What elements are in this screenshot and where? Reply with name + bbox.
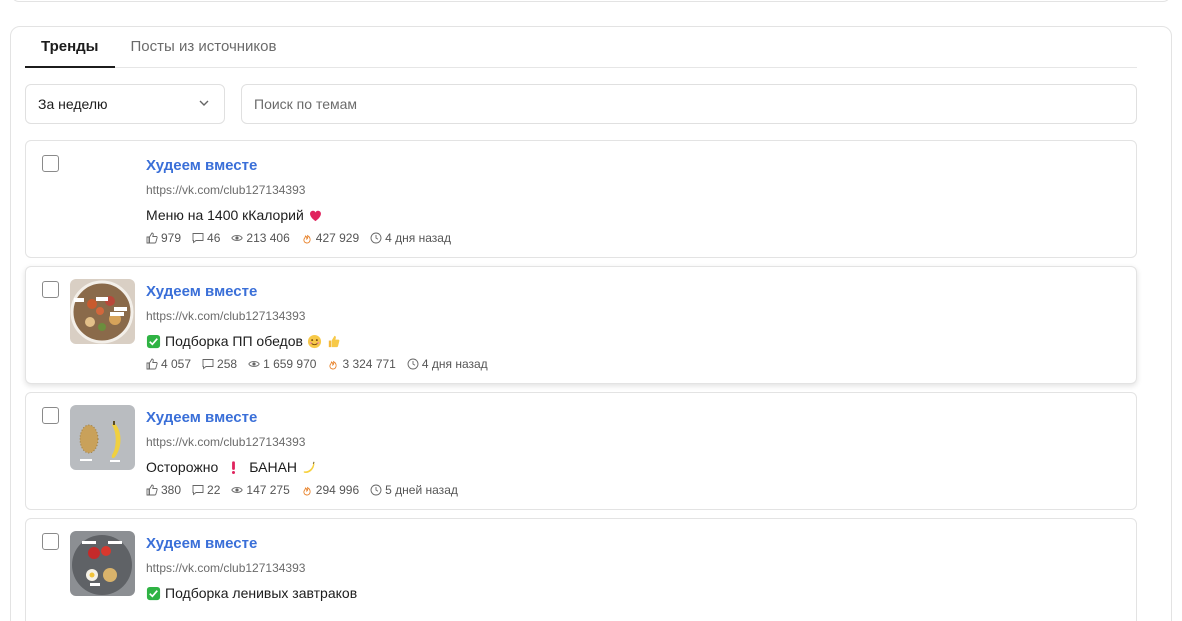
comment-icon (192, 485, 204, 496)
smile-icon (307, 334, 322, 348)
comments-stat: 258 (202, 357, 237, 371)
fire-icon (303, 234, 311, 244)
post-text-content: Подборка ленивых завтраков (165, 585, 358, 601)
previous-card-edge (11, 0, 1171, 2)
likes-stat: 979 (146, 231, 181, 245)
post-thumbnail[interactable] (70, 279, 135, 344)
banana-icon (303, 461, 315, 473)
post-time: 4 дня назад (385, 231, 451, 245)
score-count: 294 996 (315, 483, 360, 497)
thumbs-up-icon (146, 232, 158, 244)
post-source-link[interactable]: Худеем вместе (146, 409, 257, 426)
clock-icon (407, 358, 419, 370)
comments-count: 46 (207, 231, 221, 245)
eye-icon (248, 361, 260, 367)
eye-icon (231, 487, 244, 493)
post-time: 4 дня назад (421, 357, 488, 371)
post-card[interactable]: Худеем вместе https://vk.com/club1271343… (25, 266, 1137, 384)
period-select-value: За неделю (38, 96, 108, 112)
post-source-link[interactable]: Худеем вместе (146, 535, 257, 552)
thumbs-up-emoji-icon (328, 335, 340, 347)
post-stats: 4 057 258 1 659 970 3 324 771 4 дня наза… (146, 357, 488, 371)
banana-image (70, 405, 135, 470)
score-count: 3 324 771 (342, 357, 396, 371)
post-text-content: Подборка ПП обедов (165, 333, 303, 349)
eye-icon (231, 235, 244, 241)
clock-icon (370, 232, 382, 244)
likes-stat: 4 057 (146, 357, 191, 371)
check-mark-icon (146, 586, 161, 600)
breakfast-plate-image (70, 531, 135, 596)
post-thumbnail[interactable] (70, 531, 135, 596)
post-text: Подборка ПП обедов (146, 333, 341, 349)
views-count: 147 275 (246, 483, 290, 497)
post-source-url: https://vk.com/club127134393 (146, 561, 306, 575)
comments-stat: 22 (192, 483, 220, 497)
post-select-checkbox[interactable] (42, 407, 59, 424)
period-select[interactable]: За неделю (25, 84, 225, 124)
post-stats: 979 46 213 406 427 929 4 дня назад (146, 231, 451, 245)
post-select-checkbox[interactable] (42, 281, 59, 298)
tab-bar: Тренды Посты из источников (25, 33, 1137, 68)
views-stat: 147 275 (231, 483, 290, 497)
post-text: Меню на 1400 кКалорий (146, 207, 323, 223)
clock-icon (370, 484, 382, 496)
likes-count: 4 057 (161, 357, 192, 371)
score-stat: 3 324 771 (327, 357, 396, 371)
heart-icon (309, 210, 321, 221)
exclamation-icon (232, 460, 236, 474)
comments-count: 258 (217, 357, 238, 371)
post-text: Осторожно БАНАН (146, 459, 316, 475)
post-time: 5 дней назад (385, 483, 458, 497)
post-thumbnail[interactable] (70, 405, 135, 470)
post-text: Подборка ленивых завтраков (146, 585, 357, 601)
post-card[interactable]: Худеем вместе https://vk.com/club1271343… (25, 140, 1137, 258)
time-stat: 5 дней назад (370, 483, 458, 497)
time-stat: 4 дня назад (407, 357, 488, 371)
post-text-content: Осторожно (146, 459, 219, 475)
tab-source-posts[interactable]: Посты из источников (115, 33, 293, 68)
post-select-checkbox[interactable] (42, 155, 59, 172)
post-card[interactable]: Худеем вместе https://vk.com/club1271343… (25, 518, 1137, 621)
post-stats: 380 22 147 275 294 996 5 дней назад (146, 483, 458, 497)
check-mark-icon (146, 334, 161, 348)
topic-search-input[interactable] (241, 84, 1137, 124)
views-count: 1 659 970 (263, 357, 317, 371)
views-stat: 1 659 970 (248, 357, 316, 371)
post-source-link[interactable]: Худеем вместе (146, 157, 257, 174)
likes-stat: 380 (146, 483, 181, 497)
lunch-plate-image (70, 279, 135, 344)
comments-stat: 46 (192, 231, 220, 245)
tab-trends[interactable]: Тренды (25, 33, 115, 68)
chevron-down-icon (199, 100, 209, 106)
score-stat: 427 929 (301, 231, 359, 245)
post-text-content-2: БАНАН (249, 459, 298, 475)
score-count: 427 929 (315, 231, 360, 245)
time-stat: 4 дня назад (370, 231, 451, 245)
fire-icon (303, 486, 311, 496)
fire-icon (329, 360, 338, 370)
thumbs-up-icon (146, 358, 158, 370)
post-select-checkbox[interactable] (42, 533, 59, 550)
likes-count: 380 (161, 483, 182, 497)
post-text-content: Меню на 1400 кКалорий (146, 207, 304, 223)
post-source-url: https://vk.com/club127134393 (146, 309, 306, 323)
thumbs-up-icon (146, 484, 158, 496)
comments-count: 22 (207, 483, 221, 497)
post-source-url: https://vk.com/club127134393 (146, 183, 306, 197)
comment-icon (192, 233, 204, 244)
score-stat: 294 996 (301, 483, 359, 497)
post-source-url: https://vk.com/club127134393 (146, 435, 306, 449)
comment-icon (202, 359, 214, 370)
views-stat: 213 406 (231, 231, 290, 245)
post-card[interactable]: Худеем вместе https://vk.com/club1271343… (25, 392, 1137, 510)
views-count: 213 406 (246, 231, 290, 245)
likes-count: 979 (161, 231, 182, 245)
post-source-link[interactable]: Худеем вместе (146, 283, 257, 300)
